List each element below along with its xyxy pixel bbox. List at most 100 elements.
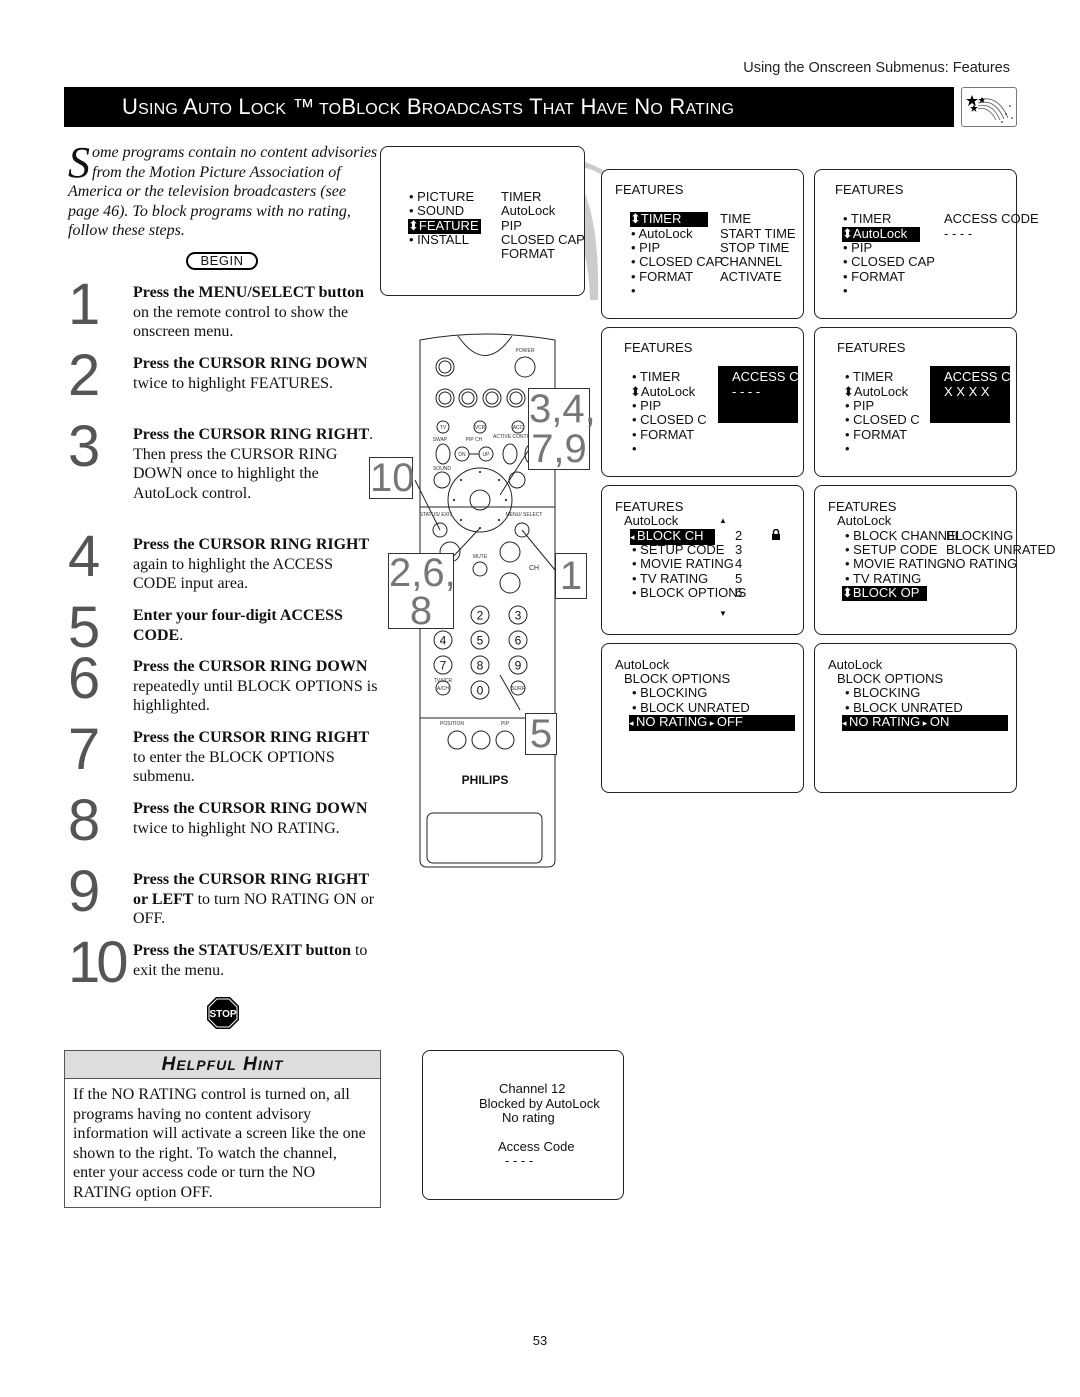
screen-channel-blocked: Channel 12 Blocked by AutoLock No rating… — [422, 1050, 624, 1200]
no-rating-value: ON — [929, 714, 950, 729]
callout-text: 3,4, — [529, 387, 596, 431]
menu-item: • BLOCK OPTIONS — [632, 585, 747, 600]
access-code-label: ACCESS C — [732, 369, 799, 384]
access-code-value: - - - - — [505, 1153, 534, 1168]
step-8: 8 Press the CURSOR RING DOWN twice to hig… — [68, 791, 380, 851]
menu-item: • FORMAT — [843, 269, 906, 284]
menu-item: • CLOSED C — [845, 412, 920, 427]
step-number: 1 — [68, 272, 101, 337]
swap-label: SWAP — [433, 437, 448, 443]
surf-label: SURF — [511, 686, 525, 692]
digit-label: 5 — [477, 634, 484, 648]
step-text: Press the CURSOR RING RIGHT. Then press … — [133, 426, 374, 502]
scroll-up-icon: ▲ — [719, 516, 727, 525]
submenu-item: ACTIVATE — [720, 269, 782, 284]
callout-steps-3-4-7-9: 3,4, 7,9 — [528, 387, 596, 471]
step-9: 9 Press the CURSOR RING RIGHT or LEFT to … — [68, 862, 380, 929]
tv-label: TV — [440, 425, 447, 431]
no-rating-value: OFF — [716, 714, 743, 729]
cursor-arrows-icon: ⬍ — [408, 218, 419, 233]
step-text: Press the CURSOR RING DOWN repeatedly un… — [133, 658, 378, 714]
channel-number: 4 — [735, 556, 743, 571]
dn-label: DN — [458, 452, 466, 458]
screen-title: FEATURES — [835, 182, 904, 197]
title-word: THAT — [529, 94, 575, 119]
access-code-value: - - - - — [944, 226, 973, 241]
menu-item: • — [845, 441, 850, 456]
blocked-channel: Channel 12 — [499, 1081, 566, 1096]
step-text: Press the STATUS/EXIT button to exit the… — [133, 942, 368, 979]
mute-label: MUTE — [473, 554, 488, 560]
cursor-arrows-icon: ⬍ — [842, 585, 853, 600]
intro-paragraph: Some programs contain no content advisor… — [68, 141, 378, 241]
lock-icon — [772, 528, 780, 544]
digit-label: 7 — [440, 659, 447, 673]
screen-main-menu: • PICTURE • SOUND ⬍FEATURE • INSTALL TIM… — [380, 146, 585, 296]
vcr-label: VCR — [475, 425, 486, 431]
menu-item: • TIMER — [843, 211, 892, 226]
scroll-down-icon: ▼ — [719, 609, 727, 618]
screen-access-code-entered: FEATURES • TIMER ⬍AutoLock • PIP • CLOSE… — [814, 327, 1017, 477]
submenu-item: FORMAT — [501, 246, 555, 261]
menu-item-highlighted: ◂ NO RATING ▸ ON — [842, 714, 1008, 731]
callout-step-10: 10 — [369, 456, 415, 500]
callout-step-5: 5 — [525, 713, 557, 755]
intro-text: ome programs contain no content advisori… — [68, 144, 378, 239]
hint-title-word: HINT — [243, 1054, 284, 1075]
menu-item: • — [631, 283, 636, 298]
helpful-hint-box: HELPFUL HINT If the NO RATING control is… — [64, 1050, 381, 1208]
title-word: RATING — [669, 94, 735, 119]
menu-item: • FORMAT — [632, 427, 695, 442]
step-4: 4 Press the CURSOR RING RIGHT again to hi… — [68, 527, 380, 594]
sound-label: SOUND — [433, 466, 451, 472]
title-word: BLOCK — [341, 94, 401, 119]
begin-badge: BEGIN — [186, 252, 258, 270]
digit-label: 0 — [477, 684, 484, 698]
title-word: LOCK — [238, 94, 287, 119]
digit-label: 9 — [515, 659, 522, 673]
menu-item: • TIMER — [632, 369, 681, 384]
step-text: Press the CURSOR RING RIGHT or LEFT to t… — [133, 871, 375, 927]
title-word: AUTO — [183, 94, 233, 119]
screen-title: FEATURES — [837, 340, 906, 355]
title-word: USING — [122, 94, 179, 119]
access-code-value: X X X X — [944, 384, 990, 399]
digit-label: 6 — [515, 634, 522, 648]
digit-label: 2 — [477, 609, 484, 623]
cursor-arrows-icon: ⬍ — [630, 211, 641, 226]
callout-steps-2-6-8: 2,6, 8 — [388, 551, 456, 631]
title-word: NO — [634, 94, 664, 119]
screen-subtitle: AutoLock — [624, 513, 679, 528]
page-title: USING AUTO LOCK ™ TOBLOCK BROADCASTS THA… — [64, 87, 954, 127]
step-6: 6 Press the CURSOR RING DOWN repeatedly u… — [68, 649, 380, 716]
channel-number: 6 — [735, 585, 743, 600]
access-code-box: ACCESS C - - - - — [718, 366, 798, 423]
callout-text: 7,9 — [531, 427, 587, 471]
stop-sign-icon: STOP — [206, 996, 240, 1030]
cursor-arrows-icon: ⬍ — [842, 226, 853, 241]
digit-label: 3 — [515, 609, 522, 623]
shooting-stars-icon — [961, 87, 1017, 127]
screen-title: FEATURES — [624, 340, 693, 355]
title-word: BROADCASTS — [406, 94, 524, 119]
position-label: POSITION — [440, 721, 464, 727]
blocked-rating: No rating — [502, 1110, 555, 1125]
running-head: Using the Onscreen Submenus: Features — [743, 60, 1010, 76]
callout-text: 2,6, — [389, 551, 456, 595]
submenu-item: AutoLock — [501, 203, 556, 218]
cursor-arrows-icon: ⬍ — [843, 384, 854, 399]
step-number: 3 — [68, 414, 101, 479]
ach-label: A/CH — [437, 686, 449, 692]
menu-item: • FORMAT — [845, 427, 908, 442]
menu-item: • BLOCKING — [632, 685, 708, 700]
submenu-item: NO RATING — [946, 556, 1018, 571]
ch-label: CH — [529, 565, 539, 572]
step-number: 10 — [68, 930, 129, 995]
step-number: 4 — [68, 524, 101, 589]
brand-logo: PHILIPS — [462, 773, 509, 787]
screen-autolock-block-options: FEATURES AutoLock • BLOCK CHANNEL • SETU… — [814, 485, 1056, 635]
step-number: 6 — [68, 646, 101, 711]
pip-label: PIP — [501, 721, 510, 727]
menu-item: • FORMAT — [631, 269, 694, 284]
menu-item-highlighted: ⬍TIMER — [630, 211, 708, 227]
